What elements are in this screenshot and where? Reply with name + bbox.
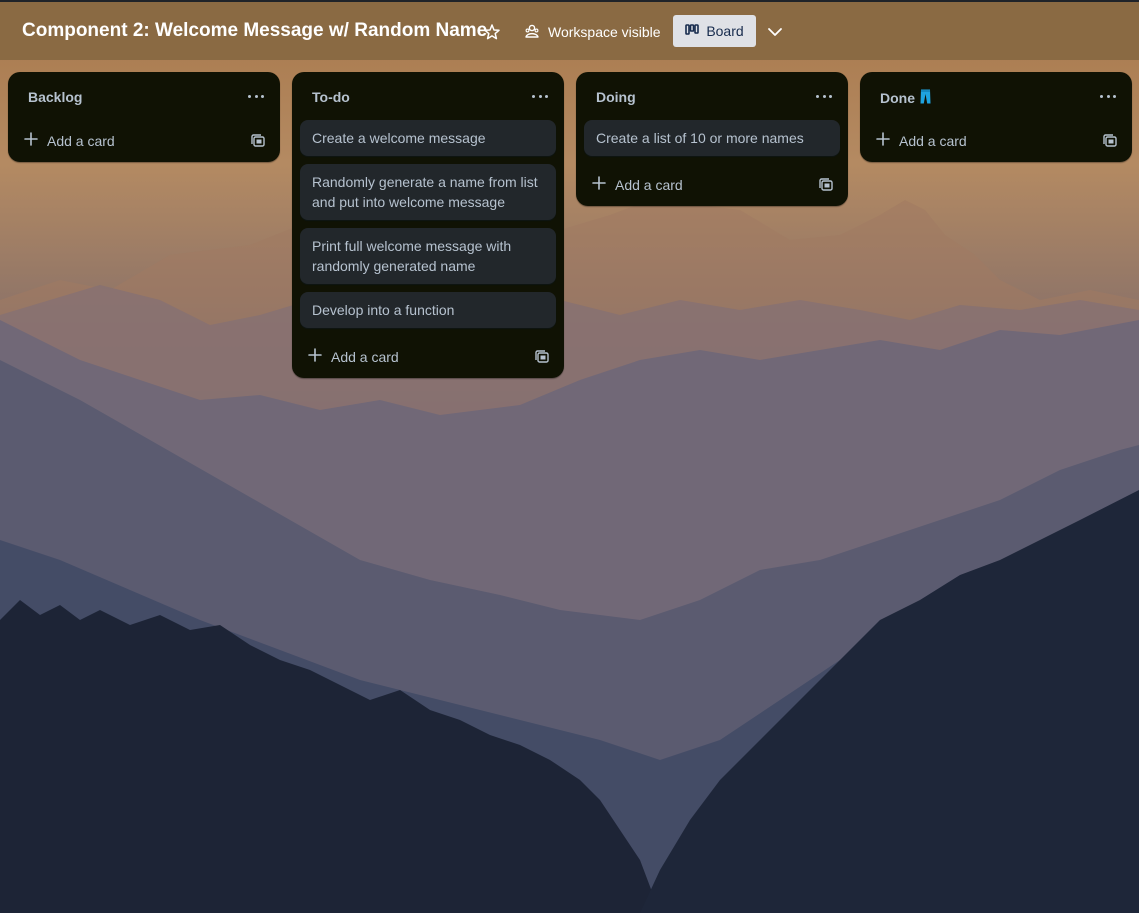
list-title[interactable]: Backlog [28, 89, 82, 105]
plus-icon [876, 132, 890, 149]
card[interactable]: Develop into a function [300, 292, 556, 328]
add-card-button[interactable]: Add a card [24, 132, 115, 149]
board-view-button[interactable]: Board [673, 15, 756, 47]
workspace-visible-icon [524, 23, 540, 42]
board-view-icon [685, 23, 700, 39]
card-list: Create a list of 10 or more names [576, 120, 848, 156]
card[interactable]: Create a welcome message [300, 120, 556, 156]
chevron-down-icon[interactable] [766, 23, 784, 41]
list-title[interactable]: Doing [596, 89, 636, 105]
list-footer: Add a card [576, 164, 848, 206]
list-title[interactable]: Done [880, 89, 931, 107]
list-header: Doing [576, 72, 848, 120]
list-title[interactable]: To-do [312, 89, 350, 105]
add-card-label: Add a card [331, 348, 399, 365]
card-template-icon[interactable] [534, 349, 550, 365]
card-template-icon[interactable] [250, 133, 266, 149]
add-card-button[interactable]: Add a card [876, 132, 967, 149]
board-title[interactable]: Component 2: Welcome Message w/ Random N… [22, 20, 487, 42]
workspace-visible-button[interactable]: Workspace visible [524, 19, 661, 45]
board-view-label: Board [706, 23, 744, 39]
plus-icon [592, 176, 606, 193]
jeans-emoji-icon [920, 89, 931, 107]
list-footer: Add a card [292, 336, 564, 378]
star-icon[interactable] [482, 22, 502, 42]
more-horizontal-icon[interactable] [1100, 88, 1116, 104]
more-horizontal-icon[interactable] [816, 88, 832, 104]
card-template-icon[interactable] [818, 177, 834, 193]
add-card-label: Add a card [899, 132, 967, 149]
workspace-visible-label: Workspace visible [548, 24, 661, 40]
card-list: Create a welcome message Randomly genera… [292, 120, 564, 328]
list-header: Done [860, 72, 1132, 120]
plus-icon [24, 132, 38, 149]
list-backlog: Backlog Add a card [8, 72, 280, 162]
card[interactable]: Create a list of 10 or more names [584, 120, 840, 156]
board-header: Component 2: Welcome Message w/ Random N… [0, 2, 1139, 60]
card-template-icon[interactable] [1102, 133, 1118, 149]
more-horizontal-icon[interactable] [532, 88, 548, 104]
list-footer: Add a card [8, 120, 280, 162]
card[interactable]: Print full welcome message with randomly… [300, 228, 556, 284]
add-card-button[interactable]: Add a card [308, 348, 399, 365]
list-to-do: To-do Create a welcome message Randomly … [292, 72, 564, 378]
list-header: Backlog [8, 72, 280, 120]
list-header: To-do [292, 72, 564, 120]
card[interactable]: Randomly generate a name from list and p… [300, 164, 556, 220]
list-footer: Add a card [860, 120, 1132, 162]
add-card-button[interactable]: Add a card [592, 176, 683, 193]
list-doing: Doing Create a list of 10 or more names … [576, 72, 848, 206]
more-horizontal-icon[interactable] [248, 88, 264, 104]
list-done: Done Add a card [860, 72, 1132, 162]
plus-icon [308, 348, 322, 365]
add-card-label: Add a card [615, 176, 683, 193]
add-card-label: Add a card [47, 132, 115, 149]
